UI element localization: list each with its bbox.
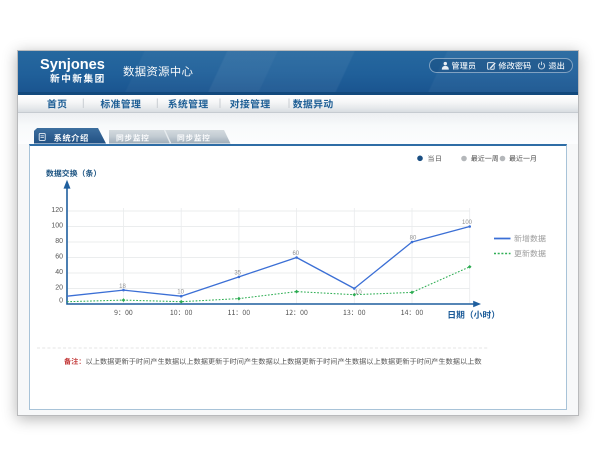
svg-text:20: 20 xyxy=(55,285,63,292)
svg-text:60: 60 xyxy=(55,254,63,261)
svg-text:100: 100 xyxy=(462,220,473,226)
svg-text:40: 40 xyxy=(55,269,63,276)
svg-text:10: 10 xyxy=(177,290,184,296)
svg-text:10: 10 xyxy=(355,290,362,296)
svg-text:120: 120 xyxy=(51,207,63,214)
svg-text:18: 18 xyxy=(119,284,126,290)
svg-text:80: 80 xyxy=(410,236,417,242)
svg-text:60: 60 xyxy=(292,251,299,257)
svg-text:0: 0 xyxy=(59,298,63,305)
svg-text:Synjones: Synjones xyxy=(40,57,105,73)
svg-text:35: 35 xyxy=(234,271,241,277)
svg-text:80: 80 xyxy=(55,238,63,245)
svg-text:100: 100 xyxy=(51,223,63,230)
